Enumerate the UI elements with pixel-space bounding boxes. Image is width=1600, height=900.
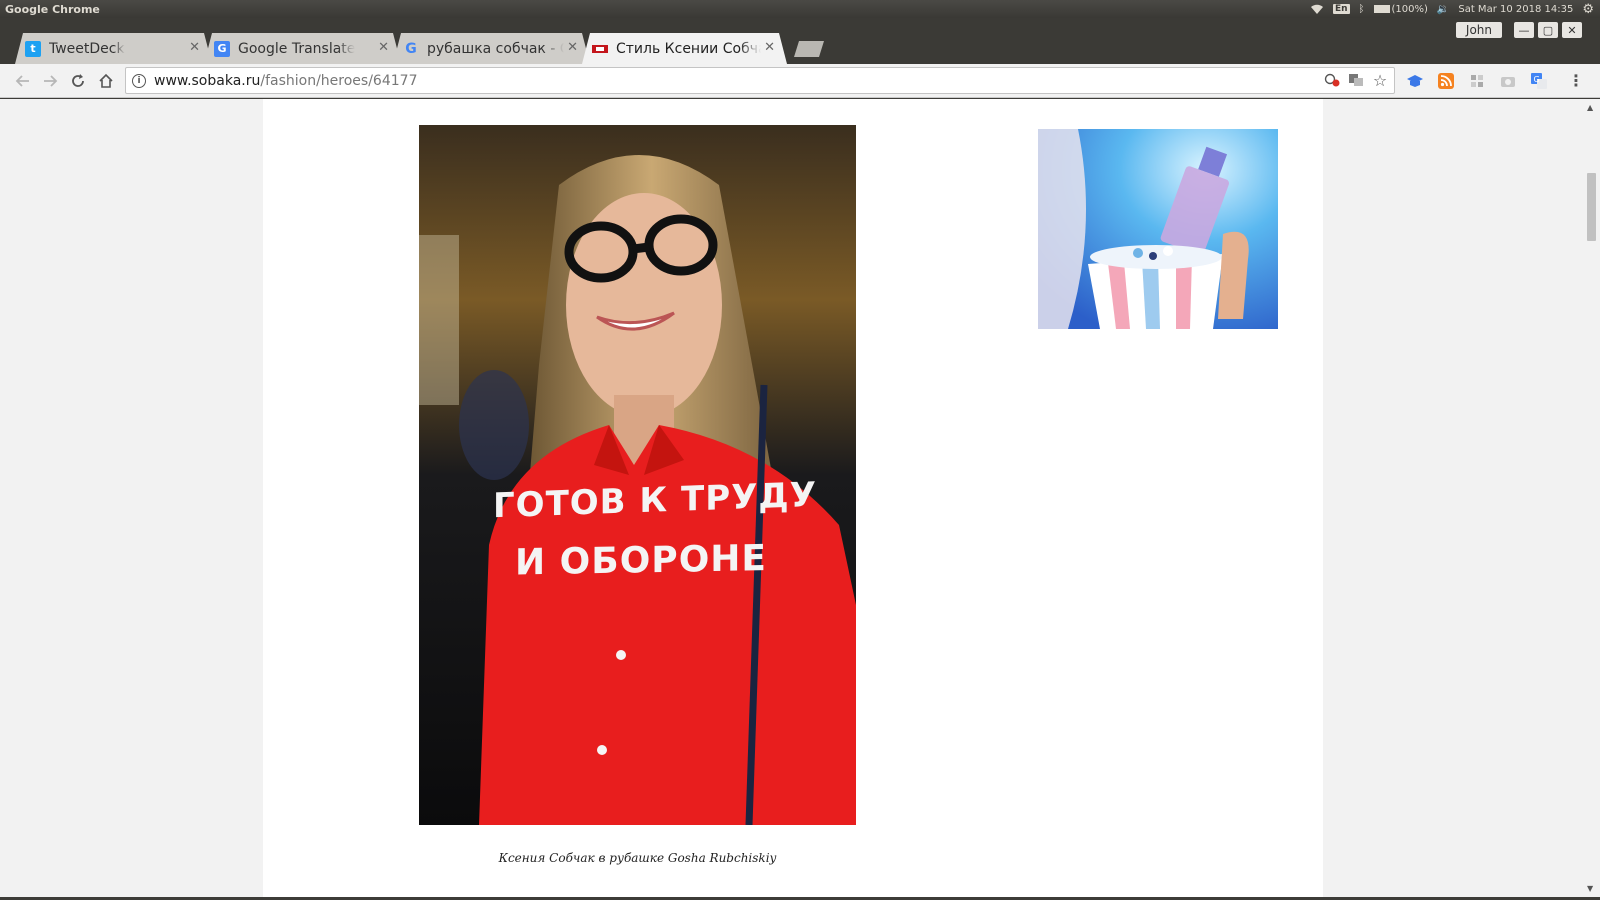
forward-arrow-icon bbox=[44, 75, 58, 87]
back-button[interactable] bbox=[12, 70, 34, 92]
close-icon[interactable]: ✕ bbox=[764, 40, 775, 55]
vertical-scrollbar[interactable]: ▲ ▼ bbox=[1583, 99, 1600, 897]
home-button[interactable] bbox=[95, 70, 117, 92]
graduation-cap-icon[interactable] bbox=[1405, 71, 1425, 91]
keyboard-layout-indicator[interactable]: En bbox=[1332, 4, 1350, 14]
forward-button[interactable] bbox=[39, 70, 61, 92]
close-icon[interactable]: ✕ bbox=[189, 40, 200, 55]
bluetooth-icon[interactable]: ᛒ bbox=[1359, 4, 1365, 15]
profile-button[interactable]: John bbox=[1455, 22, 1502, 38]
shirt-slogan-line-2: И ОБОРОНЕ bbox=[515, 538, 768, 584]
tab-label: рубашка собчак - Goo bbox=[427, 40, 556, 57]
os-app-title: Google Chrome bbox=[5, 2, 100, 16]
url-host: www.sobaka.ru bbox=[154, 72, 261, 89]
battery-icon bbox=[1373, 5, 1390, 13]
sobaka-flag-icon bbox=[592, 41, 608, 57]
tab-strip: t TweetDeck ✕ G Google Translate ✕ G руб… bbox=[0, 18, 1600, 64]
new-tab-button[interactable] bbox=[794, 41, 824, 57]
omnibox-actions: ☆ bbox=[1324, 71, 1388, 90]
maximize-button[interactable]: ▢ bbox=[1538, 22, 1558, 38]
close-icon[interactable]: ✕ bbox=[378, 40, 389, 55]
url-path: /fashion/heroes/64177 bbox=[260, 72, 418, 89]
article-column: ГОТОВ К ТРУДУ И ОБОРОНЕ Ксения Собчак в … bbox=[263, 99, 1323, 897]
svg-text:G: G bbox=[1534, 75, 1540, 84]
battery-percent: (100%) bbox=[1391, 3, 1428, 15]
camera-icon[interactable] bbox=[1498, 71, 1518, 91]
side-ad-photo[interactable] bbox=[1038, 129, 1278, 329]
scrollbar-thumb[interactable] bbox=[1587, 173, 1596, 241]
translate-page-icon[interactable] bbox=[1348, 72, 1364, 88]
minimize-button[interactable]: — bbox=[1514, 22, 1534, 38]
chrome-menu-button[interactable]: ⋮ bbox=[1568, 71, 1584, 90]
volume-icon[interactable]: 🔉 bbox=[1437, 4, 1449, 15]
twitter-bird-icon: t bbox=[25, 41, 41, 57]
system-settings-icon[interactable]: ⚙ bbox=[1582, 2, 1594, 17]
wifi-icon[interactable] bbox=[1310, 4, 1324, 15]
os-top-panel: Google Chrome En ᛒ (100%) 🔉 Sat Mar 10 2… bbox=[0, 0, 1600, 18]
tab-google-search[interactable]: G рубашка собчак - Goo ✕ bbox=[393, 33, 590, 64]
tab-label: Google Translate bbox=[238, 40, 356, 57]
scroll-down-arrow-icon[interactable]: ▼ bbox=[1587, 884, 1593, 893]
google-translate-icon: G bbox=[214, 41, 230, 57]
main-article-photo[interactable]: ГОТОВ К ТРУДУ И ОБОРОНЕ bbox=[419, 125, 856, 825]
back-arrow-icon bbox=[15, 75, 29, 87]
perfume-popcorn-illustration bbox=[1038, 129, 1278, 329]
home-icon bbox=[99, 73, 113, 88]
tab-sobaka[interactable]: Стиль Ксении Собчак ✕ bbox=[582, 33, 787, 64]
tab-tweetdeck[interactable]: t TweetDeck ✕ bbox=[15, 33, 212, 64]
puzzle-extension-icon[interactable] bbox=[1467, 71, 1487, 91]
tab-label: TweetDeck bbox=[49, 40, 125, 57]
tab-google-translate[interactable]: G Google Translate ✕ bbox=[204, 33, 401, 64]
bookmark-star-icon[interactable]: ☆ bbox=[1372, 71, 1388, 90]
close-window-button[interactable]: ✕ bbox=[1562, 22, 1582, 38]
reload-button[interactable] bbox=[67, 70, 89, 92]
os-indicators: En ᛒ (100%) 🔉 Sat Mar 10 2018 14:35 ⚙ bbox=[1310, 0, 1594, 18]
info-icon[interactable]: i bbox=[132, 73, 146, 88]
reload-icon bbox=[72, 74, 84, 87]
close-icon[interactable]: ✕ bbox=[567, 40, 578, 55]
address-bar[interactable]: i www.sobaka.ru/fashion/heroes/64177 ☆ bbox=[125, 67, 1395, 94]
tab-label: Стиль Ксении Собчак bbox=[616, 40, 761, 57]
rss-feed-icon[interactable] bbox=[1436, 71, 1456, 91]
battery-indicator[interactable]: (100%) bbox=[1373, 3, 1428, 15]
photo-caption: Ксения Собчак в рубашке Gosha Rubchiskiy bbox=[498, 851, 777, 865]
scroll-up-arrow-icon[interactable]: ▲ bbox=[1587, 103, 1593, 112]
web-viewport: ГОТОВ К ТРУДУ И ОБОРОНЕ Ксения Собчак в … bbox=[0, 99, 1600, 897]
clock[interactable]: Sat Mar 10 2018 14:35 bbox=[1458, 4, 1573, 15]
blocked-content-icon[interactable] bbox=[1324, 72, 1340, 88]
google-translate-extension-icon[interactable]: G bbox=[1529, 71, 1549, 91]
extension-icons: G bbox=[1405, 71, 1549, 91]
browser-window: t TweetDeck ✕ G Google Translate ✕ G руб… bbox=[0, 18, 1600, 900]
google-g-icon: G bbox=[405, 40, 417, 57]
browser-toolbar: i www.sobaka.ru/fashion/heroes/64177 ☆ G… bbox=[0, 64, 1600, 98]
